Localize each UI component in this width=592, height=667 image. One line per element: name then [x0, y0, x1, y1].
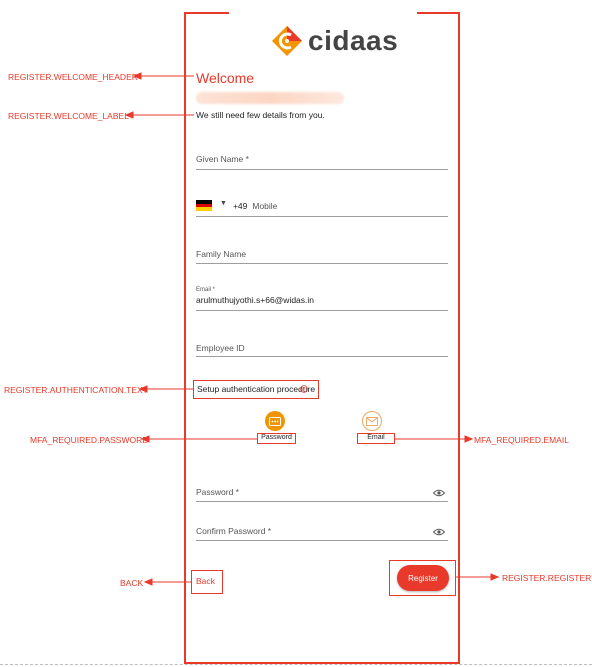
annotation-mfa-email: MFA_REQUIRED.EMAIL — [474, 435, 569, 445]
employee-id-placeholder: Employee ID — [196, 343, 245, 353]
email-icon — [366, 416, 378, 426]
annotation-welcome-header: REGISTER.WELCOME_HEADER — [8, 72, 138, 82]
arrowhead-mfa-email — [464, 435, 474, 443]
welcome-label: We still need few details from you. — [196, 110, 325, 120]
annotation-welcome-label: REGISTER.WELCOME_LABEL — [8, 111, 129, 121]
blurred-user-name — [196, 92, 344, 104]
eye-icon[interactable] — [433, 489, 445, 497]
email-label: Email * — [196, 287, 216, 293]
given-name-field[interactable]: Given Name * — [196, 154, 448, 170]
annotation-back: BACK — [120, 578, 144, 588]
chevron-down-icon: ▼ — [220, 200, 227, 207]
employee-id-field[interactable]: Employee ID — [196, 343, 448, 357]
page-divider — [0, 664, 592, 665]
password-field[interactable]: Password * — [196, 487, 448, 502]
eye-icon[interactable] — [433, 528, 445, 536]
annotation-mfa-password: MFA_REQUIRED.PASSWORD — [30, 435, 149, 445]
password-placeholder: Password * — [196, 487, 239, 497]
mobile-placeholder: Mobile — [252, 200, 278, 211]
annotation-auth-text: REGISTER.AUTHENTICATION.TEXT — [4, 385, 148, 395]
password-icon — [269, 416, 281, 426]
arrowhead-back — [143, 578, 153, 586]
mfa-email-label: Email — [357, 433, 395, 444]
germany-flag-icon — [196, 200, 212, 211]
country-code: +49 — [232, 200, 248, 211]
confirm-password-placeholder: Confirm Password * — [196, 526, 272, 536]
arrowhead-register — [490, 573, 500, 581]
mfa-password-option[interactable] — [265, 411, 285, 431]
email-value: arulmuthujyothi.s+66@widas.in — [196, 295, 315, 305]
mobile-field[interactable]: ▼ +49 Mobile — [196, 200, 448, 217]
mfa-password-label: Password — [257, 433, 296, 444]
card-top-gap — [229, 10, 417, 16]
svg-text:?: ? — [303, 387, 306, 393]
given-name-placeholder: Given Name * — [196, 154, 249, 164]
register-button[interactable]: Register — [397, 565, 449, 591]
cidaas-logo: cidaas — [270, 24, 398, 58]
mfa-email-option[interactable] — [362, 411, 382, 431]
cidaas-logo-icon — [272, 26, 302, 56]
country-select[interactable]: ▼ — [196, 200, 227, 211]
brand-name: cidaas — [308, 25, 399, 56]
email-field[interactable]: Email * arulmuthujyothi.s+66@widas.in — [196, 287, 448, 311]
confirm-password-field[interactable]: Confirm Password * — [196, 526, 448, 541]
welcome-header: Welcome — [196, 70, 255, 86]
family-name-placeholder: Family Name — [196, 249, 247, 259]
back-button[interactable]: Back — [191, 570, 223, 594]
family-name-field[interactable]: Family Name — [196, 249, 448, 264]
help-icon[interactable]: ? — [300, 385, 308, 393]
annotation-register: REGISTER.REGISTER — [502, 573, 592, 583]
